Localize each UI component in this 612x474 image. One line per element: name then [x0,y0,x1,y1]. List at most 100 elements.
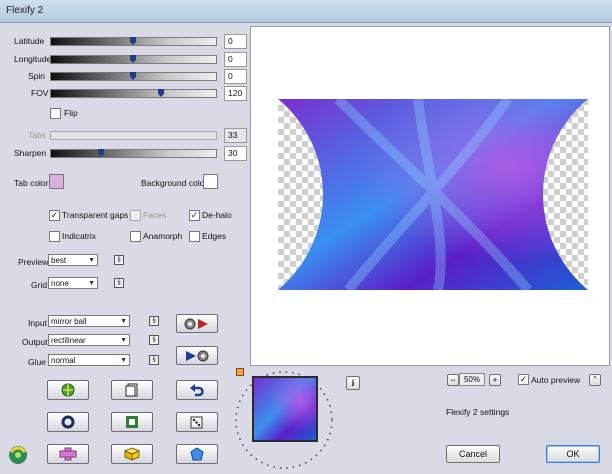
preview-panel [250,26,610,366]
indicatrix-checkbox[interactable] [49,231,60,242]
tabs-slider [50,131,217,140]
square-frame-button[interactable] [111,412,153,432]
grid-select[interactable]: none ▼ [48,277,98,289]
longitude-slider[interactable] [50,55,217,64]
edges-checkbox[interactable] [189,231,200,242]
spin-slider[interactable] [50,72,217,81]
copy-button[interactable] [111,380,153,400]
arrow-to-sphere-icon [186,350,209,361]
spin-thumb[interactable] [130,72,136,80]
sharpen-slider[interactable] [50,149,217,158]
anamorph-label: Anamorph [143,231,183,241]
square-frame-icon [126,416,138,428]
latitude-field[interactable]: 0 [224,34,247,49]
cancel-button[interactable]: Cancel [446,445,500,463]
cross-icon [59,447,77,461]
sphere-button[interactable] [47,412,89,432]
sharpen-field[interactable]: 30 [224,146,247,161]
dehalo-checkbox[interactable]: ✓ [189,210,200,221]
longitude-field[interactable]: 0 [224,52,247,67]
randomize-button[interactable] [47,380,89,400]
preview-mode-link-icon[interactable]: § [114,255,124,265]
pentagon-icon [190,447,204,461]
navigator-thumbnail[interactable] [252,376,318,442]
output-value: rectilinear [51,336,86,345]
preview-mode-label: Preview [18,257,49,267]
chevron-down-icon: ▼ [120,318,127,325]
output-select[interactable]: rectilinear ▼ [48,334,130,346]
glue-select[interactable]: normal ▼ [48,354,130,366]
collapse-button[interactable]: ^ [589,374,601,386]
tabs-field: 33 [224,128,247,143]
input-value: mirror ball [51,317,87,326]
cross-button[interactable] [47,444,89,464]
longitude-thumb[interactable] [130,55,136,63]
input-label: Input [28,318,47,328]
fov-label: FOV [31,88,49,98]
tab-color-label: Tab color [14,178,49,188]
ok-button[interactable]: OK [546,445,600,463]
output-link-icon[interactable]: § [149,335,159,345]
fov-field[interactable]: 120 [224,86,247,101]
edges-label: Edges [202,231,227,241]
zoom-out-button[interactable]: − [447,374,459,386]
fov-thumb[interactable] [158,89,164,97]
settings-label: Flexify 2 settings [446,407,510,417]
transparent-gaps-label: Transparent gaps [62,210,129,220]
input-to-output-button[interactable] [176,314,218,333]
dice-icon [190,416,203,429]
preview-mode-select[interactable]: best ▼ [48,254,98,266]
glue-link-icon[interactable]: § [149,355,159,365]
output-to-input-button[interactable] [176,346,218,365]
sharpen-thumb[interactable] [98,149,104,157]
flexify-logo-icon [6,442,30,466]
pentagon-button[interactable] [176,444,218,464]
flip-checkbox[interactable] [50,108,61,119]
dehalo-label: De-halo [202,210,232,220]
spin-field[interactable]: 0 [224,69,247,84]
grid-value: none [51,279,69,288]
transparent-gaps-checkbox[interactable]: ✓ [49,210,60,221]
indicatrix-label: Indicatrix [62,231,97,241]
faces-label: Faces [143,210,167,220]
cube-button[interactable] [111,444,153,464]
input-select[interactable]: mirror ball ▼ [48,315,130,327]
thumbnail-image [254,378,316,440]
title-bar: Flexify 2 [0,0,612,23]
faces-checkbox [130,210,141,221]
latitude-label: Latitude [14,36,45,46]
longitude-label: Longitude [14,54,52,64]
spin-label: Spin [28,71,46,81]
page-icon [125,383,138,397]
undo-button[interactable] [176,380,218,400]
tab-color-swatch[interactable] [49,174,64,189]
globe-arrow-icon [61,383,75,397]
zoom-in-button[interactable]: + [489,374,501,386]
anamorph-checkbox[interactable] [130,231,141,242]
fov-slider[interactable] [50,89,217,98]
grid-link-icon[interactable]: § [114,278,124,288]
preview-image[interactable] [278,99,588,290]
chevron-down-icon: ▼ [88,280,95,287]
latitude-thumb[interactable] [130,37,136,45]
cube-icon [124,447,140,461]
info-button[interactable]: i [346,376,360,390]
auto-preview-checkbox[interactable]: ✓ [518,374,529,385]
grid-label: Grid [31,280,48,290]
window-title: Flexify 2 [6,5,44,16]
dice-button[interactable] [176,412,218,432]
output-label: Output [22,337,48,347]
input-link-icon[interactable]: § [149,316,159,326]
chevron-down-icon: ▼ [88,257,95,264]
ring-icon [61,415,75,429]
chevron-down-icon: ▼ [120,337,127,344]
glue-label: Glue [28,357,46,367]
preview-mode-value: best [51,256,67,265]
latitude-slider[interactable] [50,37,217,46]
background-color-swatch[interactable] [203,174,218,189]
undo-icon [190,384,204,397]
background-color-label: Background color [141,178,208,188]
chevron-down-icon: ▼ [120,357,127,364]
tabs-label: Tabs [28,130,46,140]
glue-value: normal [51,356,76,365]
